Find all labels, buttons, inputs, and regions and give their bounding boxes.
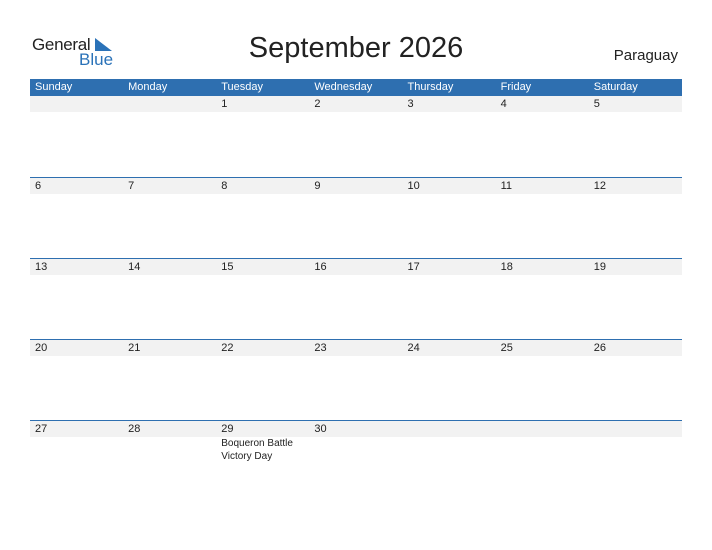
day-cell — [30, 96, 123, 112]
day-number: 7 — [128, 180, 135, 192]
day-number: 13 — [35, 261, 48, 273]
day-cell: 24 — [403, 340, 496, 356]
day-cell: 28 — [123, 421, 216, 463]
day-number: 29 — [221, 423, 234, 435]
day-cell: 20 — [30, 340, 123, 356]
weekday-monday: Monday — [128, 81, 168, 93]
day-number: 1 — [221, 98, 228, 110]
week-row: 6 7 8 9 10 11 12 — [30, 177, 682, 258]
day-number — [594, 421, 682, 437]
day-number: 23 — [314, 342, 327, 354]
day-cell — [403, 421, 496, 463]
day-cell: 17 — [403, 259, 496, 275]
day-number: 18 — [500, 261, 513, 273]
day-cell: 5 — [589, 96, 682, 112]
day-cell: 23 — [309, 340, 402, 356]
weekday-header: Sunday Monday Tuesday Wednesday Thursday… — [30, 79, 682, 96]
weekday-sunday: Sunday — [35, 81, 73, 93]
day-cell: 14 — [123, 259, 216, 275]
day-number: 4 — [500, 98, 507, 110]
day-number: 15 — [221, 261, 234, 273]
day-cell: 26 — [589, 340, 682, 356]
day-number: 12 — [593, 180, 606, 192]
day-number — [408, 421, 496, 437]
week-row: 1 2 3 4 5 — [30, 96, 682, 177]
day-number: 19 — [593, 261, 606, 273]
day-cell: 1 — [216, 96, 309, 112]
day-cell: 11 — [496, 178, 589, 194]
day-cell: 2 — [309, 96, 402, 112]
day-cell: 18 — [496, 259, 589, 275]
weekday-friday: Friday — [500, 81, 532, 93]
day-number: 25 — [500, 342, 513, 354]
weekday-saturday: Saturday — [593, 81, 638, 93]
day-number: 24 — [407, 342, 420, 354]
day-cell: 4 — [496, 96, 589, 112]
day-number: 30 — [314, 423, 327, 435]
week-row: 27 28 29 Boqueron Battle Victory Day 30 — [30, 420, 682, 501]
day-number: 28 — [128, 423, 141, 435]
day-cell — [496, 421, 589, 463]
day-number: 3 — [407, 98, 414, 110]
day-cell: 8 — [216, 178, 309, 194]
day-cell: 6 — [30, 178, 123, 194]
day-cell: 21 — [123, 340, 216, 356]
day-number: 5 — [593, 98, 600, 110]
day-number — [128, 96, 216, 112]
day-number: 14 — [128, 261, 141, 273]
day-number: 2 — [314, 98, 321, 110]
week-row: 20 21 22 23 24 25 26 — [30, 339, 682, 420]
day-number: 16 — [314, 261, 327, 273]
day-cell: 29 Boqueron Battle Victory Day — [216, 421, 309, 463]
day-number: 22 — [221, 342, 234, 354]
weekday-tuesday: Tuesday — [221, 81, 264, 93]
calendar-title: September 2026 — [248, 32, 464, 64]
day-number: 11 — [500, 180, 513, 192]
day-number — [501, 421, 589, 437]
day-number: 10 — [407, 180, 420, 192]
day-cell: 10 — [403, 178, 496, 194]
day-cell: 13 — [30, 259, 123, 275]
holiday-label: Boqueron Battle Victory Day — [221, 438, 293, 462]
week-row: 13 14 15 16 17 18 19 — [30, 258, 682, 339]
day-number: 20 — [35, 342, 48, 354]
day-number: 8 — [221, 180, 228, 192]
weeks-container: 1 2 3 4 5 6 7 8 9 10 11 12 13 14 15 16 17 18 19 20 21 22 23 24 2… — [30, 96, 682, 501]
weekday-wednesday: Wednesday — [314, 81, 373, 93]
calendar-grid: Sunday Monday Tuesday Wednesday Thursday… — [30, 79, 682, 501]
day-cell — [123, 96, 216, 112]
day-cell: 7 — [123, 178, 216, 194]
day-number: 27 — [35, 423, 48, 435]
day-cell: 12 — [589, 178, 682, 194]
day-cell: 15 — [216, 259, 309, 275]
day-cell: 16 — [309, 259, 402, 275]
day-number: 21 — [128, 342, 141, 354]
day-cell: 9 — [309, 178, 402, 194]
day-number: 17 — [407, 261, 420, 273]
day-cell: 25 — [496, 340, 589, 356]
day-cell: 22 — [216, 340, 309, 356]
day-cell: 30 — [309, 421, 402, 463]
day-number: 6 — [35, 180, 42, 192]
weekday-thursday: Thursday — [407, 81, 454, 93]
day-number: 9 — [314, 180, 321, 192]
day-cell: 3 — [403, 96, 496, 112]
day-cell: 19 — [589, 259, 682, 275]
day-cell — [589, 421, 682, 463]
day-number: 26 — [593, 342, 606, 354]
day-cell: 27 — [30, 421, 123, 463]
country-label: Paraguay — [613, 47, 678, 64]
day-number — [35, 96, 123, 112]
